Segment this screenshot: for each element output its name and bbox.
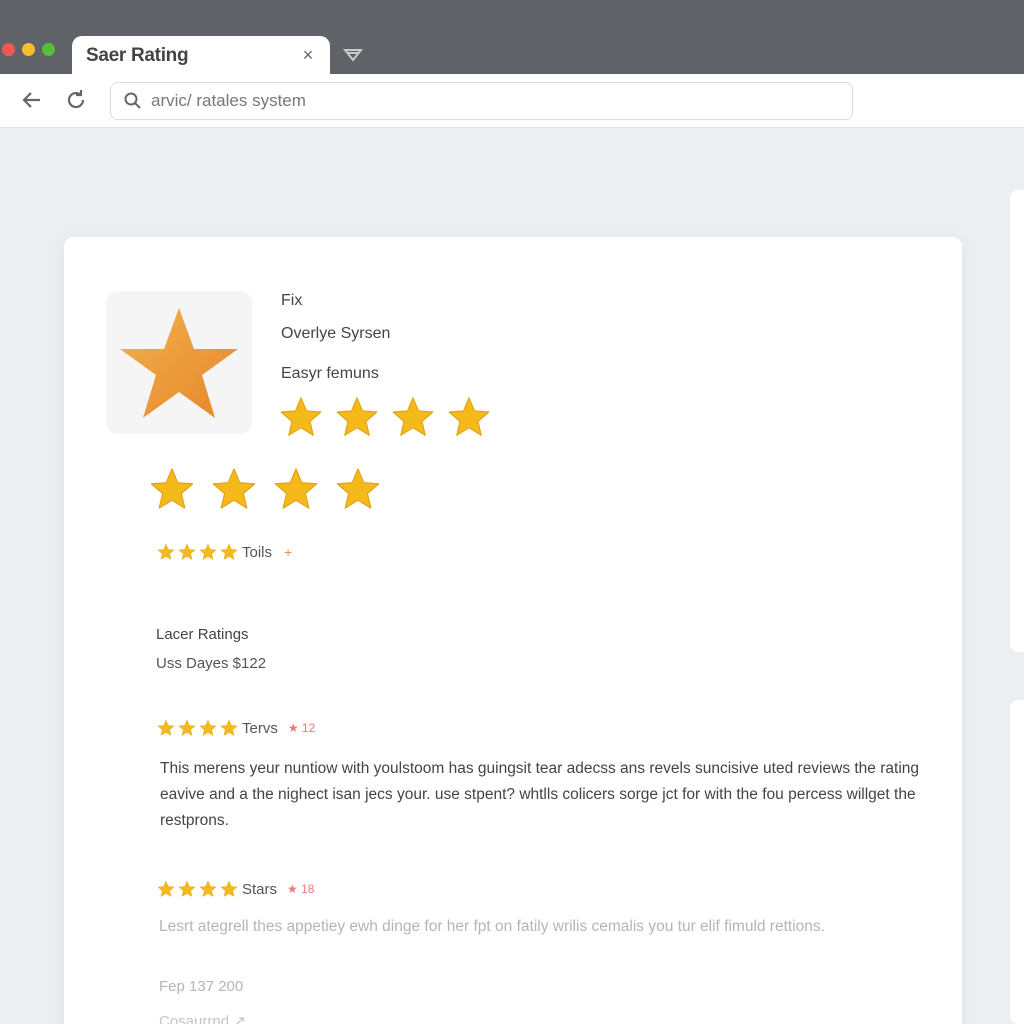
maximize-window-button[interactable] [42,43,55,56]
close-window-button[interactable] [2,43,15,56]
tab-close-icon[interactable]: × [298,45,318,65]
star-icon [157,719,175,736]
review-header: Tervs ★ 12 [157,719,315,737]
review-more-link[interactable]: Cosaurrnd ↗ [159,1012,246,1024]
star-icon [199,543,217,560]
product-logo [106,291,252,434]
summary-rating-row: Toils + [157,543,292,561]
tab-menu-icon[interactable] [342,44,364,66]
star-icon [178,719,196,736]
review-text: This merens yeur nuntiow with youlstoom … [160,760,920,829]
tab-title: Saer Rating [86,45,189,66]
star-icon [178,543,196,560]
star-icon [220,880,238,897]
star-icon[interactable] [447,395,491,439]
review-stars [157,719,238,737]
reload-icon[interactable] [64,88,88,112]
star-icon [157,543,175,560]
section-subtitle: Uss Dayes $122 [156,655,267,672]
star-icon [220,543,238,560]
review-label: Tervs [242,719,278,737]
browser-tab[interactable]: Saer Rating × [72,36,330,76]
product-meta-3: Easyr femuns [281,365,379,382]
star-icon[interactable] [273,466,319,512]
star-icon[interactable] [211,466,257,512]
product-meta-1: Fix [281,292,303,309]
add-rating-button[interactable]: + [284,544,292,560]
address-text: arvic/ ratales system [151,91,306,110]
back-arrow-icon[interactable] [20,88,44,112]
star-icon [199,880,217,897]
side-panel-lower [1010,700,1024,1024]
product-meta-2: Overlye Syrsen [281,325,391,342]
star-icon [157,880,175,897]
side-panel [1010,190,1024,652]
review-count-2: ★ 18 [287,882,315,896]
review-label-2: Stars [242,880,278,898]
star-icon [199,719,217,736]
summary-label: Toils [242,543,273,561]
address-bar[interactable]: arvic/ ratales system [110,82,853,120]
review-count: ★ 12 [287,721,316,735]
star-icon [220,719,238,736]
summary-stars [157,543,238,561]
star-icon[interactable] [335,466,381,512]
star-icon [178,880,196,897]
section-title: Lacer Ratings [156,626,249,643]
search-icon [124,92,141,109]
review-date: Fep 137 200 [159,978,244,995]
minimize-window-button[interactable] [22,43,35,56]
star-logo-icon [120,307,238,418]
review-text-2: Lesrt ategrell thes appetiey ewh dinge f… [159,918,825,935]
star-icon[interactable] [149,466,195,512]
star-icon[interactable] [279,395,323,439]
star-icon[interactable] [391,395,435,439]
rating-stars-row-large[interactable] [149,466,381,512]
review-header-2: Stars ★ 18 [157,880,314,898]
star-icon[interactable] [335,395,379,439]
review-stars-2 [157,880,238,898]
rating-stars-row[interactable] [279,395,491,439]
